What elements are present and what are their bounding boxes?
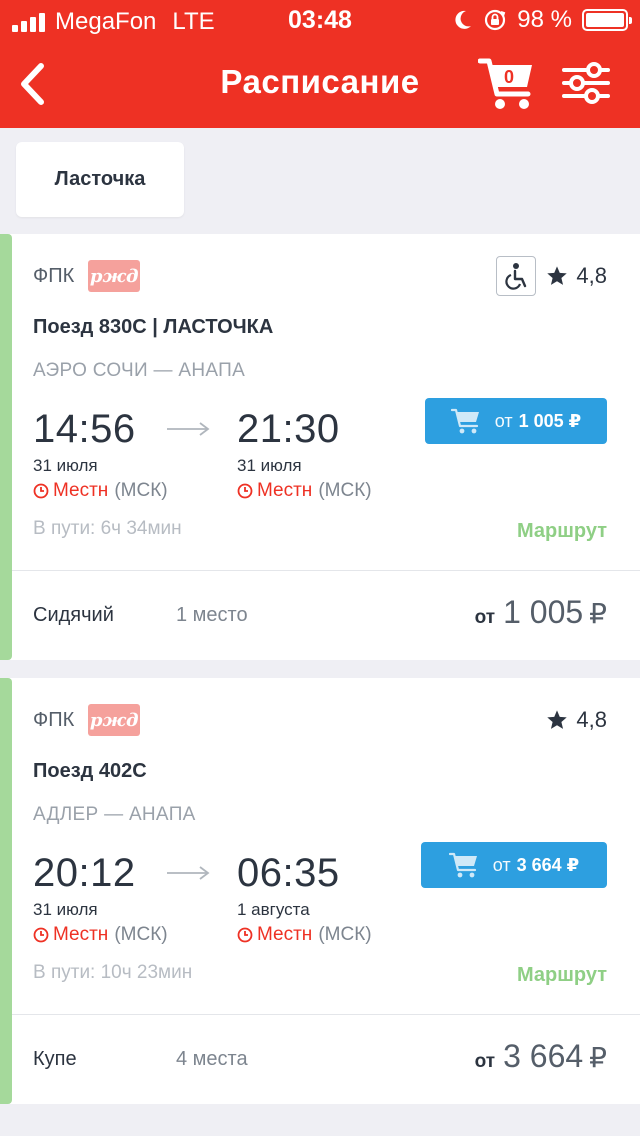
msk-time-label: (МСК) bbox=[318, 924, 372, 945]
divider bbox=[12, 570, 640, 571]
rating-value: 4,8 bbox=[576, 707, 607, 732]
train-title: Поезд 830С | ЛАСТОЧКА bbox=[33, 316, 274, 338]
app-header: MegaFon LTE 03:48 98 % Расписание 0 bbox=[0, 0, 640, 128]
carrier-name: ФПК bbox=[33, 264, 75, 287]
seat-price[interactable]: от 1 005 ₽ bbox=[475, 594, 607, 631]
carrier-row: ФПК ржд bbox=[33, 704, 141, 736]
arrival-timezone: Местн (МСК) bbox=[237, 924, 372, 946]
local-time-label: Местн bbox=[53, 480, 109, 501]
local-time-label: Местн bbox=[257, 480, 313, 501]
route-link[interactable]: Маршрут bbox=[517, 520, 607, 543]
buy-price: 3 664 ₽ bbox=[516, 854, 580, 875]
clock-icon bbox=[33, 927, 49, 943]
arrival-timezone: Местн (МСК) bbox=[237, 480, 372, 502]
back-button[interactable] bbox=[12, 58, 52, 110]
seat-count: 4 места bbox=[176, 1048, 248, 1070]
seat-count: 1 место bbox=[176, 604, 248, 626]
cart-count: 0 bbox=[503, 67, 514, 87]
train-route: АЭРО СОЧИ — АНАПА bbox=[33, 360, 246, 381]
msk-time-label: (МСК) bbox=[114, 924, 168, 945]
price-from-label: от bbox=[492, 854, 511, 875]
filter-sliders-icon bbox=[562, 62, 610, 104]
rzd-logo: ржд bbox=[88, 704, 141, 736]
train-route: АДЛЕР — АНАПА bbox=[33, 804, 196, 825]
carrier-name: MegaFon bbox=[55, 8, 157, 35]
currency-sign: ₽ bbox=[589, 1042, 607, 1073]
msk-time-label: (МСК) bbox=[114, 480, 168, 501]
price-from-label: от bbox=[494, 410, 513, 431]
seat-price-amount: 3 664 bbox=[503, 1038, 584, 1074]
seat-price-from: от bbox=[474, 1051, 496, 1072]
seat-type: Сидячий bbox=[33, 604, 114, 626]
seat-price-amount: 1 005 bbox=[503, 594, 584, 630]
clock-icon bbox=[237, 483, 253, 499]
train-type-filter-chip[interactable]: Ласточка bbox=[16, 142, 184, 217]
departure-block: 20:12 31 июля Местн (МСК) bbox=[33, 850, 168, 946]
divider bbox=[12, 1014, 640, 1015]
departure-block: 14:56 31 июля Местн (МСК) bbox=[33, 406, 168, 502]
arrow-right-icon bbox=[167, 422, 210, 436]
arrival-date: 31 июля bbox=[237, 456, 302, 475]
buy-ticket-button[interactable]: от 1 005 ₽ bbox=[425, 398, 607, 444]
network-type: LTE bbox=[172, 8, 215, 35]
cart-button[interactable]: 0 bbox=[477, 56, 536, 112]
trip-duration: В пути: 6ч 34мин bbox=[33, 518, 182, 539]
status-bar: MegaFon LTE 03:48 98 % bbox=[0, 0, 640, 42]
filter-button[interactable] bbox=[562, 60, 610, 106]
clock-icon bbox=[237, 927, 253, 943]
page-title: Расписание bbox=[220, 63, 420, 100]
carrier-row: ФПК ржд bbox=[33, 260, 141, 292]
star-icon bbox=[547, 266, 568, 285]
departure-timezone: Местн (МСК) bbox=[33, 480, 168, 502]
cart-icon bbox=[448, 852, 477, 878]
battery-percent: 98 % bbox=[517, 6, 572, 33]
arrival-block: 06:35 1 августа Местн (МСК) bbox=[237, 850, 372, 946]
battery-icon bbox=[582, 9, 632, 31]
arrival-date: 1 августа bbox=[237, 900, 310, 919]
train-rating: 4,8 bbox=[546, 700, 607, 740]
status-right: 98 % bbox=[453, 6, 632, 34]
cart-icon bbox=[450, 408, 479, 434]
buy-price: 1 005 ₽ bbox=[518, 410, 582, 431]
seat-price-from: от bbox=[474, 607, 496, 628]
arrival-time: 21:30 bbox=[237, 407, 340, 451]
rzd-logo: ржд bbox=[88, 260, 141, 292]
status-left: MegaFon LTE bbox=[12, 8, 215, 36]
rating-value: 4,8 bbox=[576, 263, 607, 288]
buy-ticket-button[interactable]: от 3 664 ₽ bbox=[421, 842, 607, 888]
departure-date: 31 июля bbox=[33, 456, 98, 475]
train-title: Поезд 402С bbox=[33, 760, 147, 782]
seat-type: Купе bbox=[33, 1048, 77, 1070]
wheelchair-icon bbox=[496, 256, 537, 296]
train-meta: 4,8 bbox=[546, 700, 607, 740]
local-time-label: Местн bbox=[53, 924, 109, 945]
local-time-label: Местн bbox=[257, 924, 313, 945]
route-link[interactable]: Маршрут bbox=[517, 964, 607, 987]
train-rating: 4,8 bbox=[546, 256, 607, 296]
msk-time-label: (МСК) bbox=[318, 480, 372, 501]
trip-duration: В пути: 10ч 23мин bbox=[33, 962, 193, 983]
carrier-name: ФПК bbox=[33, 708, 75, 731]
currency-sign: ₽ bbox=[589, 598, 607, 629]
departure-time: 20:12 bbox=[33, 851, 136, 895]
signal-icon bbox=[12, 12, 45, 32]
arrow-right-icon bbox=[167, 866, 210, 880]
clock-icon bbox=[33, 483, 49, 499]
train-meta: 4,8 bbox=[496, 256, 607, 296]
train-card[interactable]: ФПК ржд 4,8 Поезд 830С | ЛАСТОЧКА АЭРО С… bbox=[0, 234, 640, 660]
moon-icon bbox=[455, 10, 472, 29]
arrival-block: 21:30 31 июля Местн (МСК) bbox=[237, 406, 372, 502]
back-chevron-icon bbox=[21, 63, 44, 105]
rotation-lock-icon bbox=[485, 9, 506, 31]
arrival-time: 06:35 bbox=[237, 851, 340, 895]
train-card[interactable]: ФПК ржд 4,8 Поезд 402С АДЛЕР — АНАПА 20:… bbox=[0, 678, 640, 1104]
seat-price[interactable]: от 3 664 ₽ bbox=[475, 1038, 607, 1075]
star-icon bbox=[547, 710, 568, 729]
departure-timezone: Местн (МСК) bbox=[33, 924, 168, 946]
departure-time: 14:56 bbox=[33, 407, 136, 451]
departure-date: 31 июля bbox=[33, 900, 98, 919]
